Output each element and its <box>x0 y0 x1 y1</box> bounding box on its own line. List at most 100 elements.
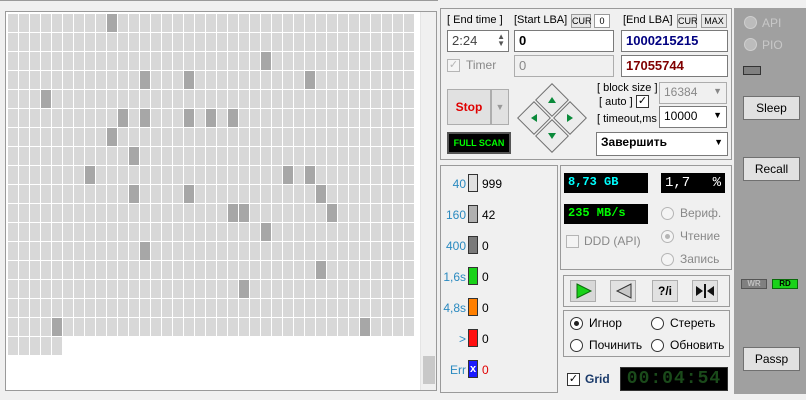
sector-block <box>217 52 227 70</box>
map-scrollbar[interactable] <box>420 12 436 390</box>
sector-block <box>294 261 304 279</box>
sector-block <box>217 223 227 241</box>
refresh-radio[interactable] <box>651 339 664 352</box>
write-radio[interactable] <box>661 253 674 266</box>
read-radio[interactable] <box>661 230 674 243</box>
start-cur-button[interactable]: CUR <box>571 14 592 28</box>
sector-block <box>41 299 51 317</box>
sector-block <box>19 261 29 279</box>
sector-block <box>129 299 139 317</box>
ignore-radio[interactable] <box>570 317 583 330</box>
ddd-checkbox[interactable] <box>566 235 579 248</box>
passp-button[interactable]: Passp <box>743 347 800 371</box>
sector-block <box>184 52 194 70</box>
end-time-label: [ End time ] <box>447 14 503 26</box>
sector-block <box>195 204 205 222</box>
sector-block <box>327 52 337 70</box>
start-lba-secondary[interactable]: 0 <box>514 55 614 77</box>
sector-block <box>19 90 29 108</box>
sector-block <box>305 223 315 241</box>
legend-swatch <box>468 329 478 347</box>
random-button[interactable]: ?/i <box>652 280 678 302</box>
chevron-down-icon: ▼ <box>713 110 722 120</box>
sector-block <box>338 33 348 51</box>
recall-button[interactable]: Recall <box>743 157 800 181</box>
sector-block <box>239 280 249 298</box>
sector-block <box>173 299 183 317</box>
sector-block <box>228 52 238 70</box>
legend-count: 42 <box>482 208 496 222</box>
timeout-select[interactable]: 10000 ▼ <box>659 106 727 128</box>
end-lba-input[interactable]: 1000215215 <box>621 30 728 52</box>
sector-block <box>239 33 249 51</box>
reverse-button[interactable] <box>610 280 636 302</box>
sleep-button[interactable]: Sleep <box>743 96 800 120</box>
sector-block <box>118 128 128 146</box>
sector-block <box>74 109 84 127</box>
start-lba-input[interactable]: 0 <box>514 30 614 52</box>
timer-checkbox[interactable]: ✓ <box>447 59 460 72</box>
sector-block <box>382 299 392 317</box>
api-radio[interactable] <box>744 16 757 29</box>
sector-block <box>30 109 40 127</box>
sector-block <box>129 128 139 146</box>
sector-block <box>261 147 271 165</box>
arrow-left-icon <box>531 114 537 122</box>
sector-block <box>338 128 348 146</box>
sector-block <box>228 14 238 32</box>
map-scroll-thumb[interactable] <box>423 356 435 384</box>
action-select[interactable]: Завершить ▼ <box>596 132 728 156</box>
sector-block <box>162 52 172 70</box>
sector-block <box>371 261 381 279</box>
sector-block <box>250 33 260 51</box>
sector-block <box>250 147 260 165</box>
auto-checkbox[interactable]: ✓ <box>636 95 649 108</box>
back-icon <box>615 283 632 299</box>
stop-button[interactable]: Stop <box>447 89 491 125</box>
sector-block <box>327 109 337 127</box>
sector-block <box>239 90 249 108</box>
sector-block <box>283 318 293 336</box>
verify-radio[interactable] <box>661 207 674 220</box>
sector-block <box>217 261 227 279</box>
end-cur-button[interactable]: CUR <box>677 14 698 28</box>
erase-radio[interactable] <box>651 317 664 330</box>
sector-block <box>349 147 359 165</box>
sector-block <box>316 318 326 336</box>
end-button[interactable] <box>692 280 718 302</box>
sector-block <box>393 185 403 203</box>
sector-block <box>283 109 293 127</box>
full-scan-button[interactable]: FULL SCAN <box>447 132 511 154</box>
max-button[interactable]: MAX <box>701 14 727 28</box>
block-size-label: [ block size ] <box>597 82 658 94</box>
sector-block <box>52 109 62 127</box>
start-lba-label: [Start LBA] <box>514 14 568 26</box>
sector-block <box>19 109 29 127</box>
spin-arrows-icon[interactable]: ▲ ▼ <box>497 33 505 48</box>
sector-block <box>52 147 62 165</box>
block-size-select[interactable]: 16384 ▼ <box>659 82 727 104</box>
sector-block <box>30 242 40 260</box>
sector-block <box>294 185 304 203</box>
sector-block <box>371 14 381 32</box>
sector-block <box>118 185 128 203</box>
legend-row: >0 <box>440 327 558 351</box>
sector-block <box>96 166 106 184</box>
legend-swatch <box>468 298 478 316</box>
grid-checkbox[interactable]: ✓ <box>567 373 580 386</box>
sector-block <box>63 223 73 241</box>
sector-block <box>195 147 205 165</box>
stop-dropdown[interactable]: ▼ <box>491 89 509 125</box>
pio-radio[interactable] <box>744 38 757 51</box>
play-button[interactable] <box>570 280 596 302</box>
repair-radio[interactable] <box>570 339 583 352</box>
end-lba-secondary[interactable]: 17055744 <box>621 55 728 77</box>
sector-block <box>217 242 227 260</box>
sector-block <box>129 261 139 279</box>
sector-block <box>173 33 183 51</box>
sector-block <box>305 33 315 51</box>
end-time-input[interactable]: 2:24 ▲ ▼ <box>447 30 509 52</box>
sector-block <box>316 223 326 241</box>
sector-block <box>30 90 40 108</box>
sector-block <box>184 14 194 32</box>
